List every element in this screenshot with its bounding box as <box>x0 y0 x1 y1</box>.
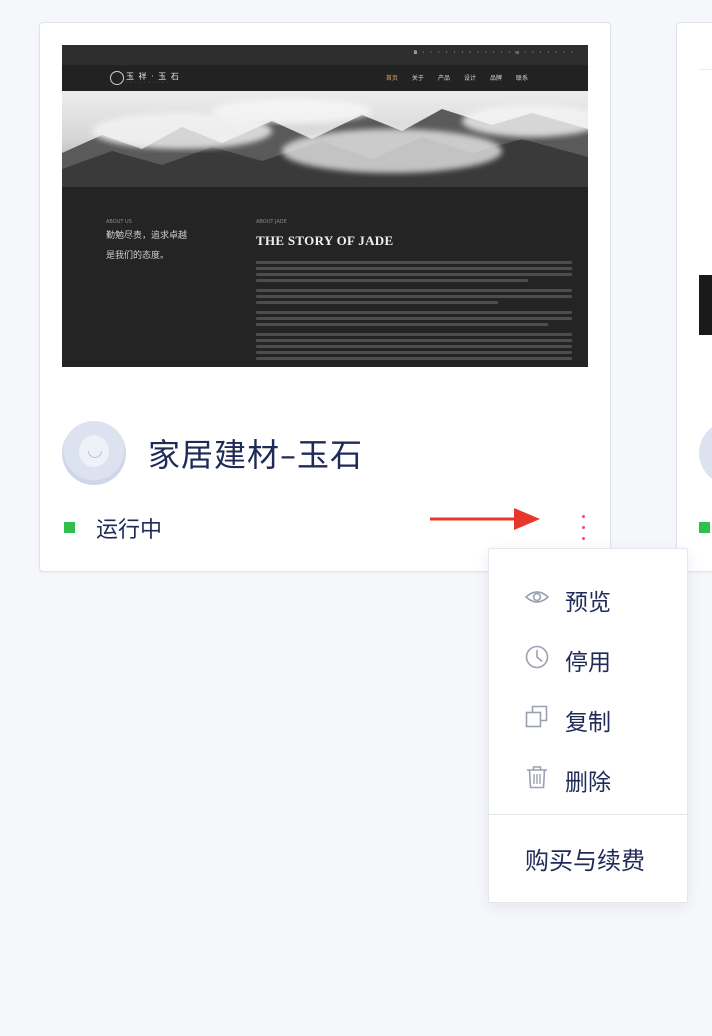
thumbnail-text-line <box>256 345 572 348</box>
thumbnail-top-strip: ☎ · · · · · · · · · · · · ✉ · · · · · · … <box>62 45 588 65</box>
thumbnail-slogan-line1: 勤勉尽责，追求卓越 <box>106 231 188 241</box>
site-card-next[interactable] <box>676 22 712 572</box>
thumbnail-nav: 玉 祥 · 玉 石 · · · · · · · · · · 首页 关于 产品 设计 品牌… <box>62 65 588 91</box>
thumbnail-text-line <box>256 311 572 314</box>
thumbnail-text-line <box>256 301 498 304</box>
menu-buy-label: 购买与续费 <box>525 847 645 875</box>
more-dot-icon <box>582 537 585 540</box>
next-card-thumbnail <box>699 275 712 335</box>
thumbnail-content-section: ABOUT US 勤勉尽责，追求卓越 是我们的态度。 ABOUT JADE TH… <box>62 187 588 367</box>
thumbnail-nav-link: 联系 <box>515 75 528 82</box>
thumbnail-text-line <box>256 351 572 354</box>
thumbnail-text-line <box>256 261 572 264</box>
thumbnail-contact-info: ☎ · · · · · · · · · · · · ✉ · · · · · · … <box>413 49 574 56</box>
thumbnail-text-line <box>256 295 572 298</box>
menu-item-preview[interactable]: 预览 <box>489 569 687 625</box>
menu-item-label: 复制 <box>565 710 611 736</box>
trash-icon <box>527 766 547 789</box>
more-dot-icon <box>582 526 585 529</box>
menu-item-delete[interactable]: 删除 <box>489 749 687 805</box>
site-avatar <box>62 421 126 485</box>
thumbnail-nav-link: 产品 <box>437 75 450 82</box>
menu-item-disable[interactable]: 停用 <box>489 629 687 685</box>
next-card-avatar <box>699 421 712 485</box>
next-card-thumbnail-line <box>699 69 712 70</box>
status-indicator-icon <box>64 522 75 533</box>
thumbnail-story-title: THE STORY OF JADE <box>256 233 394 248</box>
menu-item-label: 预览 <box>565 590 611 616</box>
thumbnail-text-line <box>256 279 528 282</box>
thumbnail-slogan-line2: 是我们的态度。 <box>106 251 170 261</box>
thumbnail-nav-link: 品牌 <box>489 75 502 82</box>
thumbnail-nav-link: 首页 <box>385 75 398 82</box>
more-options-button[interactable] <box>572 511 596 545</box>
thumbnail-text-line <box>256 317 572 320</box>
thumbnail-nav-link: 关于 <box>411 75 424 82</box>
thumbnail-text-line <box>256 273 572 276</box>
thumbnail-text-line <box>256 333 572 336</box>
thumbnail-hero-image <box>62 91 588 187</box>
copy-icon <box>525 705 548 728</box>
thumbnail-text-line <box>256 339 572 342</box>
menu-divider <box>489 814 687 815</box>
site-card[interactable]: ☎ · · · · · · · · · · · · ✉ · · · · · · … <box>39 22 611 572</box>
clock-icon <box>525 645 549 669</box>
annotation-arrow-icon <box>430 508 540 530</box>
thumbnail-story-label: ABOUT JADE <box>256 219 287 225</box>
menu-item-copy[interactable]: 复制 <box>489 689 687 745</box>
thumbnail-text-line <box>256 267 572 270</box>
site-title[interactable]: 家居建材–玉石 <box>148 430 363 476</box>
thumbnail-nav-link: 设计 <box>463 75 476 82</box>
menu-item-label: 删除 <box>565 770 611 796</box>
more-dot-icon <box>582 515 585 518</box>
site-thumbnail[interactable]: ☎ · · · · · · · · · · · · ✉ · · · · · · … <box>62 45 588 367</box>
thumbnail-text-line <box>256 323 548 326</box>
thumbnail-text-line <box>256 289 572 292</box>
next-card-status-icon <box>699 522 710 533</box>
thumbnail-intro-label: ABOUT US <box>106 219 132 225</box>
eye-icon <box>524 591 550 603</box>
status-text: 运行中 <box>96 518 163 543</box>
thumbnail-logo-icon <box>110 71 124 85</box>
thumbnail-text-line <box>256 357 572 360</box>
thumbnail-logo-subtext: · · · · · · · · · · <box>126 80 170 85</box>
more-options-menu: 预览 停用 复制 删除 购买与续费 <box>488 548 688 903</box>
menu-item-label: 停用 <box>565 650 611 676</box>
menu-item-buy-renew[interactable]: 购买与续费 <box>489 829 687 885</box>
thumbnail-nav-links: 首页 关于 产品 设计 品牌 联系 <box>386 73 528 82</box>
